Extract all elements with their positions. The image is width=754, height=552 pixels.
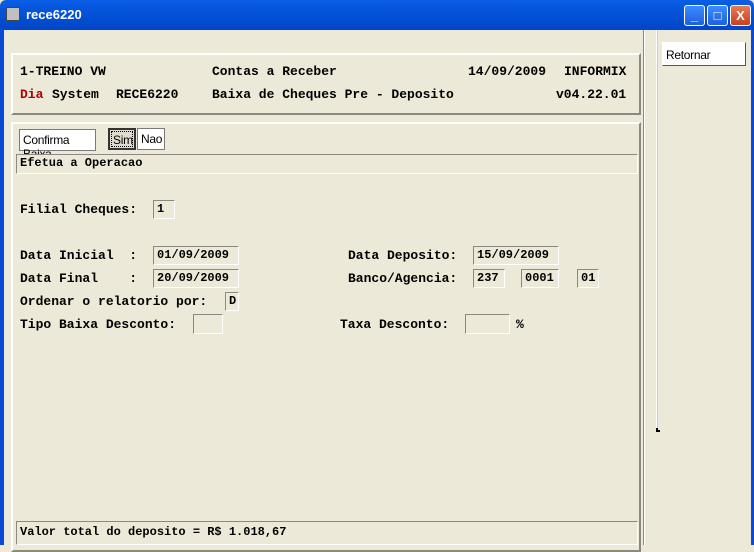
tipo-baixa-label: Tipo Baixa Desconto:	[20, 317, 177, 332]
maximize-button[interactable]: □	[707, 5, 728, 26]
sim-button[interactable]: Sim	[108, 128, 136, 150]
title-bar	[0, 0, 754, 30]
message-bar: Efetua a Operacao	[16, 154, 638, 174]
data-final-input[interactable]: 20/09/2009	[153, 269, 239, 288]
database: INFORMIX	[564, 64, 627, 79]
data-deposito-input[interactable]: 15/09/2009	[473, 246, 559, 265]
ordenar-label: Ordenar o relatorio por:	[20, 294, 208, 309]
taxa-desconto-label: Taxa Desconto:	[340, 317, 450, 332]
brand-dia: Dia	[20, 87, 44, 102]
percent-sign: %	[516, 317, 524, 332]
brand-system: System	[52, 87, 99, 102]
data-inicial-label: Data Inicial :	[20, 248, 138, 263]
nao-button[interactable]: Nao	[137, 128, 165, 150]
minimize-button[interactable]: _	[684, 5, 705, 26]
filial-input[interactable]: 1	[153, 200, 175, 219]
tipo-baixa-input[interactable]	[193, 314, 223, 334]
main-panel	[11, 122, 641, 552]
module: Contas a Receber	[212, 64, 337, 79]
close-button[interactable]: X	[730, 5, 751, 26]
resize-grip-icon	[656, 428, 660, 432]
window-border	[0, 30, 4, 545]
banco-input[interactable]: 237	[473, 269, 505, 288]
company: 1-TREINO VW	[20, 64, 106, 79]
app-icon	[6, 7, 20, 21]
taxa-desconto-input[interactable]	[465, 314, 510, 334]
retornar-button[interactable]: Retornar	[662, 42, 746, 66]
confirm-label: Confirma Baixa	[19, 129, 96, 161]
ordenar-input[interactable]: D	[225, 292, 239, 311]
agencia-input[interactable]: 0001	[521, 269, 559, 288]
divider	[643, 30, 645, 545]
side-splitter[interactable]	[656, 30, 658, 430]
header-panel	[11, 53, 641, 115]
banco-agencia-label: Banco/Agencia:	[348, 271, 458, 286]
version: v04.22.01	[556, 87, 627, 102]
data-inicial-input[interactable]: 01/09/2009	[153, 246, 239, 265]
filial-label: Filial Cheques:	[20, 202, 138, 217]
window-title: rece6220	[26, 7, 82, 22]
data-deposito-label: Data Deposito:	[348, 248, 458, 263]
screen-title: Baixa de Cheques Pre - Deposito	[212, 87, 454, 102]
data-final-label: Data Final :	[20, 271, 138, 286]
program-code: RECE6220	[116, 87, 179, 102]
status-bar: Valor total do deposito = R$ 1.018,67	[16, 521, 638, 545]
digito-input[interactable]: 01	[577, 269, 599, 288]
header-date: 14/09/2009	[468, 64, 547, 79]
